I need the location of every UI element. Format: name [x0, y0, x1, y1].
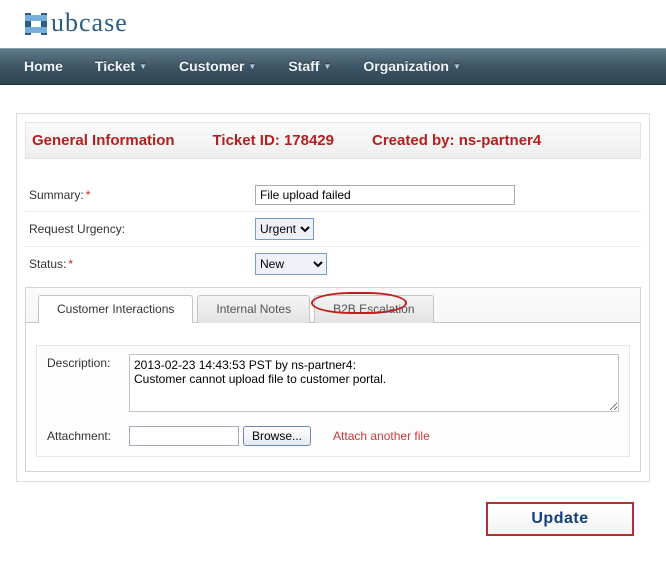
- status-select[interactable]: New: [255, 253, 327, 275]
- nav-customer-label: Customer: [179, 58, 244, 74]
- nav-home-label: Home: [24, 58, 63, 74]
- nav-home[interactable]: Home: [8, 49, 79, 84]
- tab-customer-interactions[interactable]: Customer Interactions: [38, 295, 193, 323]
- tab-b2b-escalation[interactable]: B2B Escalation: [314, 295, 433, 323]
- tabs-container: Customer Interactions Internal Notes B2B…: [25, 287, 641, 472]
- tab-headers: Customer Interactions Internal Notes B2B…: [38, 294, 640, 322]
- header: ubcase: [0, 0, 666, 48]
- summary-row: Summary:*: [25, 179, 641, 212]
- file-chooser: Browse...: [129, 426, 311, 446]
- nav-staff-label: Staff: [288, 58, 319, 74]
- attachment-path-input[interactable]: [129, 426, 239, 446]
- required-mark: *: [86, 188, 91, 202]
- nav-organization[interactable]: Organization ▼: [347, 49, 476, 84]
- browse-button[interactable]: Browse...: [243, 426, 311, 446]
- card-title-row: General Information Ticket ID: 178429 Cr…: [25, 122, 641, 159]
- tab-internal-notes[interactable]: Internal Notes: [197, 295, 310, 323]
- summary-label-text: Summary:: [29, 188, 84, 202]
- logo-h-icon: [22, 12, 50, 34]
- chevron-down-icon: ▼: [323, 62, 331, 71]
- attachment-row: Attachment: Browse... Attach another fil…: [47, 426, 619, 446]
- tab-b2b-label: B2B Escalation: [333, 302, 414, 316]
- chevron-down-icon: ▼: [248, 62, 256, 71]
- nav-organization-label: Organization: [363, 58, 449, 74]
- chevron-down-icon: ▼: [139, 62, 147, 71]
- nav-customer[interactable]: Customer ▼: [163, 49, 272, 84]
- interaction-panel: Description: Attachment: Browse... Attac…: [36, 345, 630, 457]
- ticket-card: General Information Ticket ID: 178429 Cr…: [16, 113, 650, 482]
- attach-another-link[interactable]: Attach another file: [333, 429, 430, 443]
- logo: ubcase: [22, 8, 666, 38]
- status-label-text: Status:: [29, 257, 66, 271]
- chevron-down-icon: ▼: [453, 62, 461, 71]
- top-navigation: Home Ticket ▼ Customer ▼ Staff ▼ Organiz…: [0, 48, 666, 85]
- required-mark: *: [68, 257, 73, 271]
- summary-label: Summary:*: [25, 188, 255, 202]
- attachment-label: Attachment:: [47, 429, 117, 443]
- nav-ticket[interactable]: Ticket ▼: [79, 49, 163, 84]
- description-label: Description:: [47, 354, 117, 412]
- update-button[interactable]: Update: [486, 502, 634, 536]
- created-by: Created by: ns-partner4: [372, 132, 541, 149]
- tab-body: Description: Attachment: Browse... Attac…: [26, 322, 640, 471]
- status-row: Status:* New: [25, 247, 641, 281]
- nav-staff[interactable]: Staff ▼: [272, 49, 347, 84]
- tab-customer-label: Customer Interactions: [57, 302, 174, 316]
- urgency-select[interactable]: Urgent: [255, 218, 314, 240]
- description-textarea[interactable]: [129, 354, 619, 412]
- nav-ticket-label: Ticket: [95, 58, 135, 74]
- description-row: Description:: [47, 354, 619, 412]
- action-row: Update: [0, 492, 666, 558]
- urgency-label: Request Urgency:: [25, 222, 255, 236]
- summary-input[interactable]: [255, 185, 515, 205]
- urgency-row: Request Urgency: Urgent: [25, 212, 641, 247]
- logo-text: ubcase: [51, 8, 128, 38]
- section-title: General Information: [32, 132, 175, 149]
- tab-internal-label: Internal Notes: [216, 302, 291, 316]
- status-label: Status:*: [25, 257, 255, 271]
- ticket-id: Ticket ID: 178429: [213, 132, 334, 149]
